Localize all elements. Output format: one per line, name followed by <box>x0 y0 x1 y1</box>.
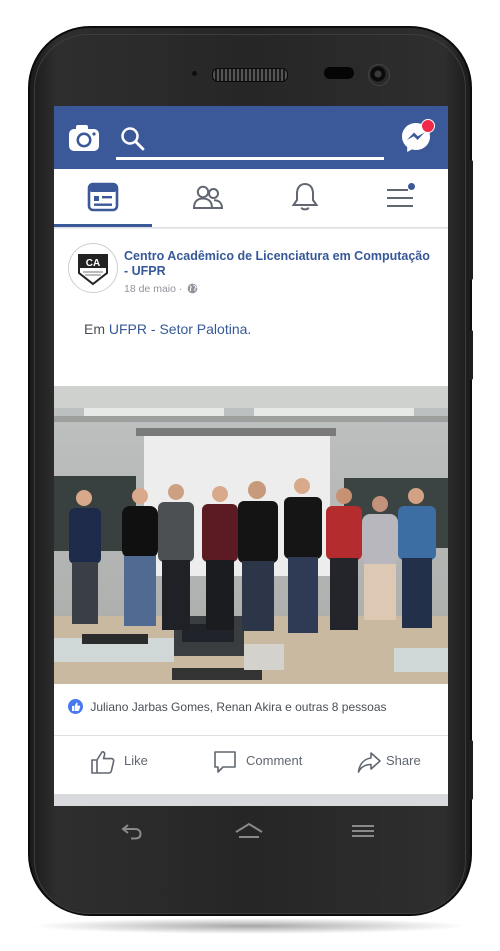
phone-shadow <box>30 918 470 934</box>
top-bar <box>54 106 448 169</box>
thumbs-up-icon <box>91 751 115 774</box>
reactions-summary[interactable]: Juliano Jarbas Gomes, Renan Akira e outr… <box>68 699 387 714</box>
front-camera <box>368 64 390 86</box>
like-badge-icon <box>68 699 83 714</box>
ca-logo: CA <box>78 254 108 286</box>
comment-label: Comment <box>246 753 303 768</box>
share-label: Share <box>386 753 421 768</box>
svg-text:CA: CA <box>86 258 100 269</box>
nav-bar <box>54 169 448 228</box>
side-button-lower <box>469 740 473 800</box>
globe-icon <box>187 283 198 294</box>
share-button[interactable]: Share <box>356 749 421 778</box>
proximity-sensor <box>324 67 354 79</box>
friends-icon[interactable] <box>192 181 224 213</box>
notifications-icon[interactable] <box>290 181 320 213</box>
post-meta: 18 de maio · <box>124 283 198 295</box>
post-photo[interactable] <box>54 386 448 684</box>
post-card: CA Centro Acadêmico de Licenciatura em C… <box>54 229 448 794</box>
home-icon[interactable] <box>234 822 264 840</box>
comment-icon <box>214 751 236 773</box>
feed-separator <box>54 794 448 806</box>
post-date[interactable]: 18 de maio <box>124 283 176 295</box>
side-button-upper <box>469 160 473 280</box>
news-feed-icon[interactable] <box>87 181 119 213</box>
share-icon <box>357 752 381 773</box>
search-icon[interactable] <box>120 126 146 152</box>
checkin-prefix: Em <box>84 321 105 337</box>
like-label: Like <box>124 753 148 768</box>
divider <box>54 735 448 736</box>
page-name[interactable]: Centro Acadêmico de Licenciatura em Comp… <box>124 249 434 279</box>
back-icon[interactable] <box>120 822 144 840</box>
reactions-text: Juliano Jarbas Gomes, Renan Akira e outr… <box>90 700 387 714</box>
side-button-power <box>469 330 473 380</box>
light-sensor <box>192 71 197 76</box>
menu-icon[interactable] <box>384 181 416 213</box>
checkin-place-link[interactable]: UFPR - Setor Palotina. <box>109 321 251 337</box>
avatar[interactable]: CA <box>68 243 118 293</box>
earpiece-speaker <box>212 68 288 82</box>
search-input[interactable] <box>116 157 384 160</box>
meta-separator: · <box>178 283 183 295</box>
comment-button[interactable]: Comment <box>212 749 302 778</box>
like-button[interactable]: Like <box>90 749 148 778</box>
notification-badge <box>421 119 435 133</box>
screen: CA Centro Acadêmico de Licenciatura em C… <box>54 106 448 806</box>
active-tab-indicator <box>54 224 152 227</box>
recents-icon[interactable] <box>351 822 375 840</box>
camera-icon[interactable] <box>68 124 100 152</box>
checkin-text: Em UFPR - Setor Palotina. <box>84 321 251 337</box>
